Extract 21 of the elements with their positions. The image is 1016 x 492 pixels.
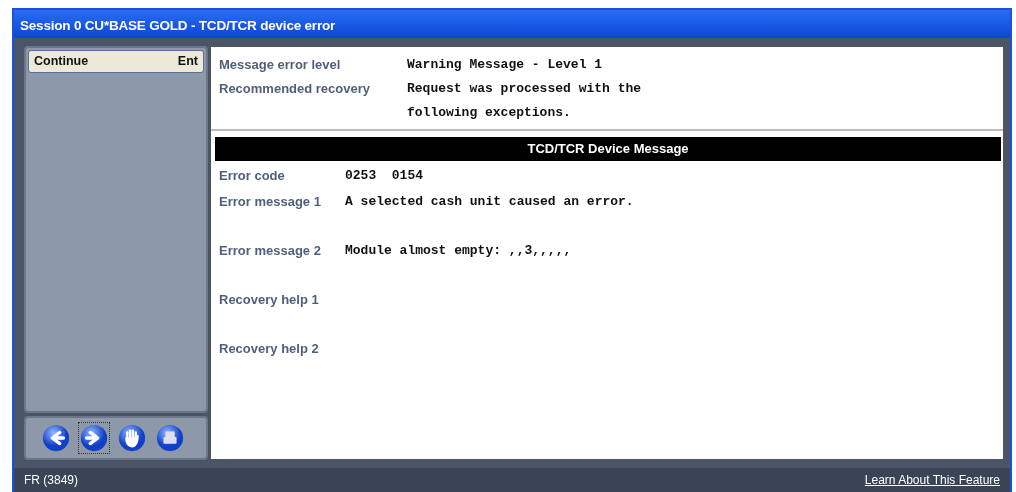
forward-button[interactable] xyxy=(78,422,110,454)
field-label: Error message 1 xyxy=(219,192,322,211)
field-label: Recovery help 2 xyxy=(219,339,320,358)
window-title: Session 0 CU*BASE GOLD - TCD/TCR device error xyxy=(14,10,1010,38)
field-label: Error code xyxy=(219,166,286,185)
back-button[interactable] xyxy=(40,422,72,454)
field-label: Error message 2 xyxy=(219,241,322,260)
field-label: Message error level xyxy=(219,56,342,74)
status-text: FR (3849) xyxy=(24,472,79,489)
help-link[interactable]: Learn About This Feature xyxy=(864,471,1000,489)
continue-button[interactable]: Continue Ent xyxy=(28,50,204,73)
print-button[interactable] xyxy=(154,422,186,454)
field-value: 0253 0154 xyxy=(345,166,423,185)
field-value: A selected cash unit caused an error. xyxy=(345,192,634,211)
section-header: TCD/TCR Device Message xyxy=(215,137,1001,161)
hand-button[interactable] xyxy=(116,422,148,454)
field-label: Recommended recovery xyxy=(219,80,371,98)
field-label: Recovery help 1 xyxy=(219,290,320,309)
field-value: Module almost empty: ,,3,,,,, xyxy=(345,241,572,260)
field-value: Warning Message - Level 1 xyxy=(407,56,603,74)
field-value: Request was processed with the following exceptions. xyxy=(407,80,643,122)
